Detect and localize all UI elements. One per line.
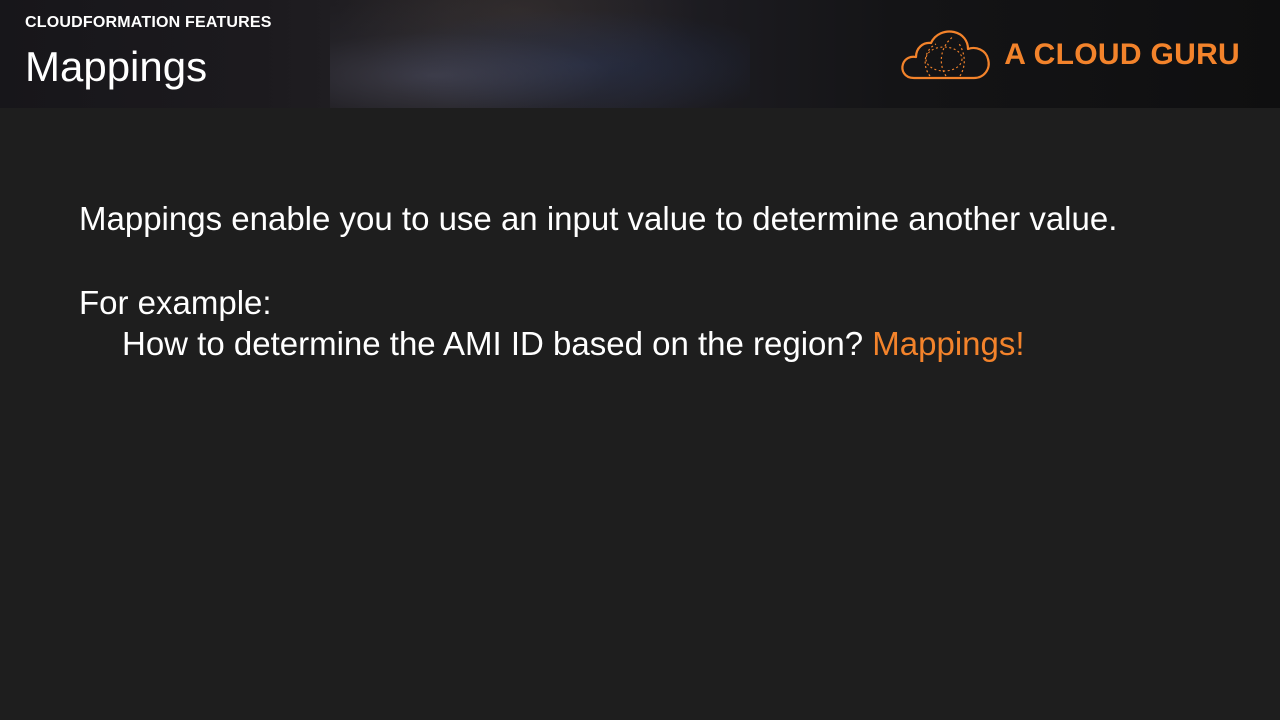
section-label: CLOUDFORMATION FEATURES <box>25 14 272 31</box>
cloud-icon <box>901 30 990 80</box>
page-title: Mappings <box>25 43 208 90</box>
definition-text: Mappings enable you to use an input valu… <box>79 200 1118 237</box>
header-banner: CLOUDFORMATION FEATURES Mappings A CLOUD… <box>0 0 1280 108</box>
example-question-text: How to determine the AMI ID based on the… <box>122 325 864 362</box>
example-label: For example: <box>79 284 272 321</box>
example-question: How to determine the AMI ID based on the… <box>122 327 1025 360</box>
header-background-photo <box>330 0 750 108</box>
slide: CLOUDFORMATION FEATURES Mappings A CLOUD… <box>0 0 1280 720</box>
brand-name: A CLOUD GURU <box>1004 38 1240 71</box>
example-answer-highlight: Mappings! <box>872 325 1025 362</box>
brand-logo: A CLOUD GURU <box>900 28 1240 82</box>
